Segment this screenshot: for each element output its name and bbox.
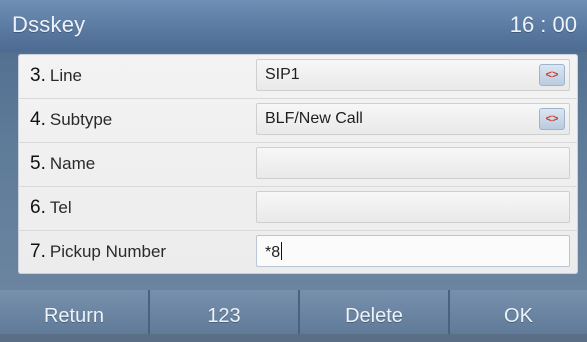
row-label-text: Name: [49, 154, 96, 173]
line-value: SIP1: [265, 66, 300, 83]
page-title: Dsskey: [12, 12, 86, 37]
line-select[interactable]: SIP1 <>: [256, 59, 570, 91]
row-tel[interactable]: 6. Tel: [18, 186, 578, 231]
left-right-switch-icon[interactable]: <>: [539, 64, 565, 86]
row-number: 7.: [30, 241, 46, 262]
row-label-text: Tel: [49, 198, 72, 217]
subtype-select[interactable]: BLF/New Call <>: [256, 103, 570, 135]
phone-screen: Dsskey 16 : 00 3. Line SIP1 <> 4. Subtype …: [0, 0, 587, 334]
row-name[interactable]: 5. Name: [18, 142, 578, 187]
row-label: 4. Subtype: [30, 109, 112, 131]
text-cursor: [281, 242, 283, 260]
ok-softkey[interactable]: OK: [450, 290, 587, 334]
row-label: 7. Pickup Number: [30, 241, 166, 263]
left-right-switch-icon[interactable]: <>: [539, 108, 565, 130]
delete-softkey[interactable]: Delete: [300, 290, 450, 334]
pickup-number-value: *8: [265, 244, 281, 261]
row-number: 6.: [30, 197, 46, 218]
row-label-text: Subtype: [49, 110, 113, 129]
settings-panel: 3. Line SIP1 <> 4. Subtype BLF/New Call <>…: [18, 54, 578, 274]
row-label-text: Pickup Number: [49, 242, 167, 261]
clock: 16 : 00: [509, 12, 577, 37]
name-input[interactable]: [256, 147, 570, 179]
row-pickup-number[interactable]: 7. Pickup Number *8: [18, 230, 578, 274]
title-bar: Dsskey 16 : 00: [0, 0, 587, 52]
subtype-value: BLF/New Call: [265, 110, 363, 127]
row-subtype[interactable]: 4. Subtype BLF/New Call <>: [18, 98, 578, 143]
row-label: 3. Line: [30, 65, 82, 87]
row-label: 6. Tel: [30, 197, 72, 219]
row-number: 4.: [30, 109, 46, 130]
input-mode-softkey[interactable]: 123: [150, 290, 300, 334]
pickup-number-field-content: *8: [265, 242, 283, 262]
row-number: 3.: [30, 65, 46, 86]
row-line[interactable]: 3. Line SIP1 <>: [18, 54, 578, 99]
tel-input[interactable]: [256, 191, 570, 223]
pickup-number-input[interactable]: *8: [256, 235, 570, 267]
softkey-bar: Return 123 Delete OK: [0, 290, 587, 334]
row-label: 5. Name: [30, 153, 95, 175]
row-number: 5.: [30, 153, 46, 174]
row-label-text: Line: [49, 66, 82, 85]
return-softkey[interactable]: Return: [0, 290, 150, 334]
